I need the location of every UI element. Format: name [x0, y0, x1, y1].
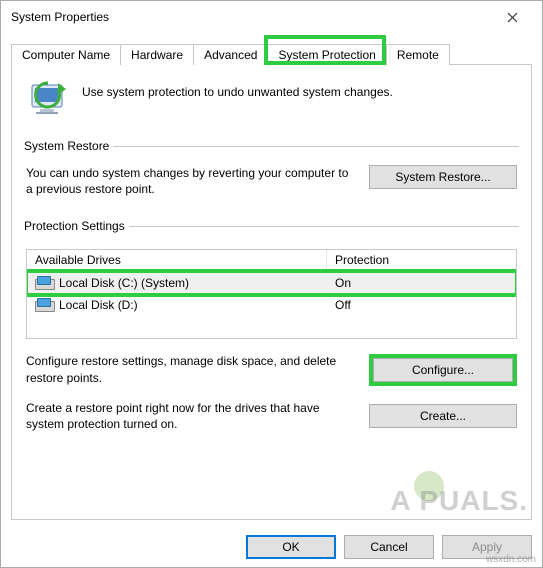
create-text: Create a restore point right now for the…	[26, 400, 355, 432]
cancel-button[interactable]: Cancel	[344, 535, 434, 559]
titlebar: System Properties	[1, 1, 542, 33]
tab-hardware[interactable]: Hardware	[120, 44, 194, 65]
group-legend: Protection Settings	[24, 219, 129, 233]
tab-label: Advanced	[204, 48, 257, 62]
close-button[interactable]	[490, 3, 534, 31]
tab-label: Hardware	[131, 48, 183, 62]
column-header-protection[interactable]: Protection	[327, 250, 516, 271]
client-area: Computer Name Hardware Advanced System P…	[1, 33, 542, 567]
drive-protection: On	[327, 273, 516, 293]
group-system-restore: System Restore You can undo system chang…	[24, 139, 519, 203]
button-label: Create...	[420, 409, 466, 423]
window-title: System Properties	[11, 10, 109, 24]
system-restore-button[interactable]: System Restore...	[369, 165, 517, 189]
column-header-drives[interactable]: Available Drives	[27, 250, 327, 271]
drives-list[interactable]: Available Drives Protection Local Disk (…	[26, 249, 517, 339]
close-icon	[507, 12, 518, 23]
button-label: System Restore...	[395, 170, 490, 184]
tab-system-protection[interactable]: System Protection	[267, 44, 386, 66]
dialog-button-row: OK Cancel Apply	[246, 535, 532, 559]
create-button[interactable]: Create...	[369, 404, 517, 428]
button-label: Cancel	[370, 540, 407, 554]
intro-row: Use system protection to undo unwanted s…	[24, 79, 519, 121]
drive-row-d[interactable]: Local Disk (D:) Off	[27, 294, 516, 316]
disk-icon	[35, 298, 53, 312]
tab-label: Computer Name	[22, 48, 110, 62]
system-restore-text: You can undo system changes by reverting…	[26, 165, 355, 197]
disk-icon	[35, 276, 53, 290]
tab-computer-name[interactable]: Computer Name	[11, 44, 121, 65]
group-protection-settings: Protection Settings Available Drives Pro…	[24, 219, 519, 438]
tab-advanced[interactable]: Advanced	[193, 44, 268, 65]
button-label: Configure...	[412, 363, 474, 377]
system-properties-window: System Properties Computer Name Hardware…	[0, 0, 543, 568]
drive-name: Local Disk (C:) (System)	[59, 276, 189, 290]
drive-protection: Off	[327, 295, 516, 315]
tab-label: System Protection	[278, 48, 375, 62]
drives-header: Available Drives Protection	[27, 250, 516, 272]
tab-label: Remote	[397, 48, 439, 62]
group-legend: System Restore	[24, 139, 113, 153]
button-label: Apply	[472, 540, 502, 554]
intro-text: Use system protection to undo unwanted s…	[82, 79, 393, 99]
system-restore-icon	[28, 79, 70, 121]
ok-button[interactable]: OK	[246, 535, 336, 559]
tab-remote[interactable]: Remote	[386, 44, 450, 65]
tab-strip: Computer Name Hardware Advanced System P…	[11, 39, 532, 65]
tab-page-system-protection: Use system protection to undo unwanted s…	[11, 64, 532, 520]
apply-button: Apply	[442, 535, 532, 559]
drive-row-c[interactable]: Local Disk (C:) (System) On	[27, 272, 516, 294]
configure-button[interactable]: Configure...	[373, 358, 513, 382]
drive-name: Local Disk (D:)	[59, 298, 138, 312]
highlight-configure-button: Configure...	[369, 354, 517, 386]
button-label: OK	[282, 540, 299, 554]
configure-text: Configure restore settings, manage disk …	[26, 353, 355, 385]
